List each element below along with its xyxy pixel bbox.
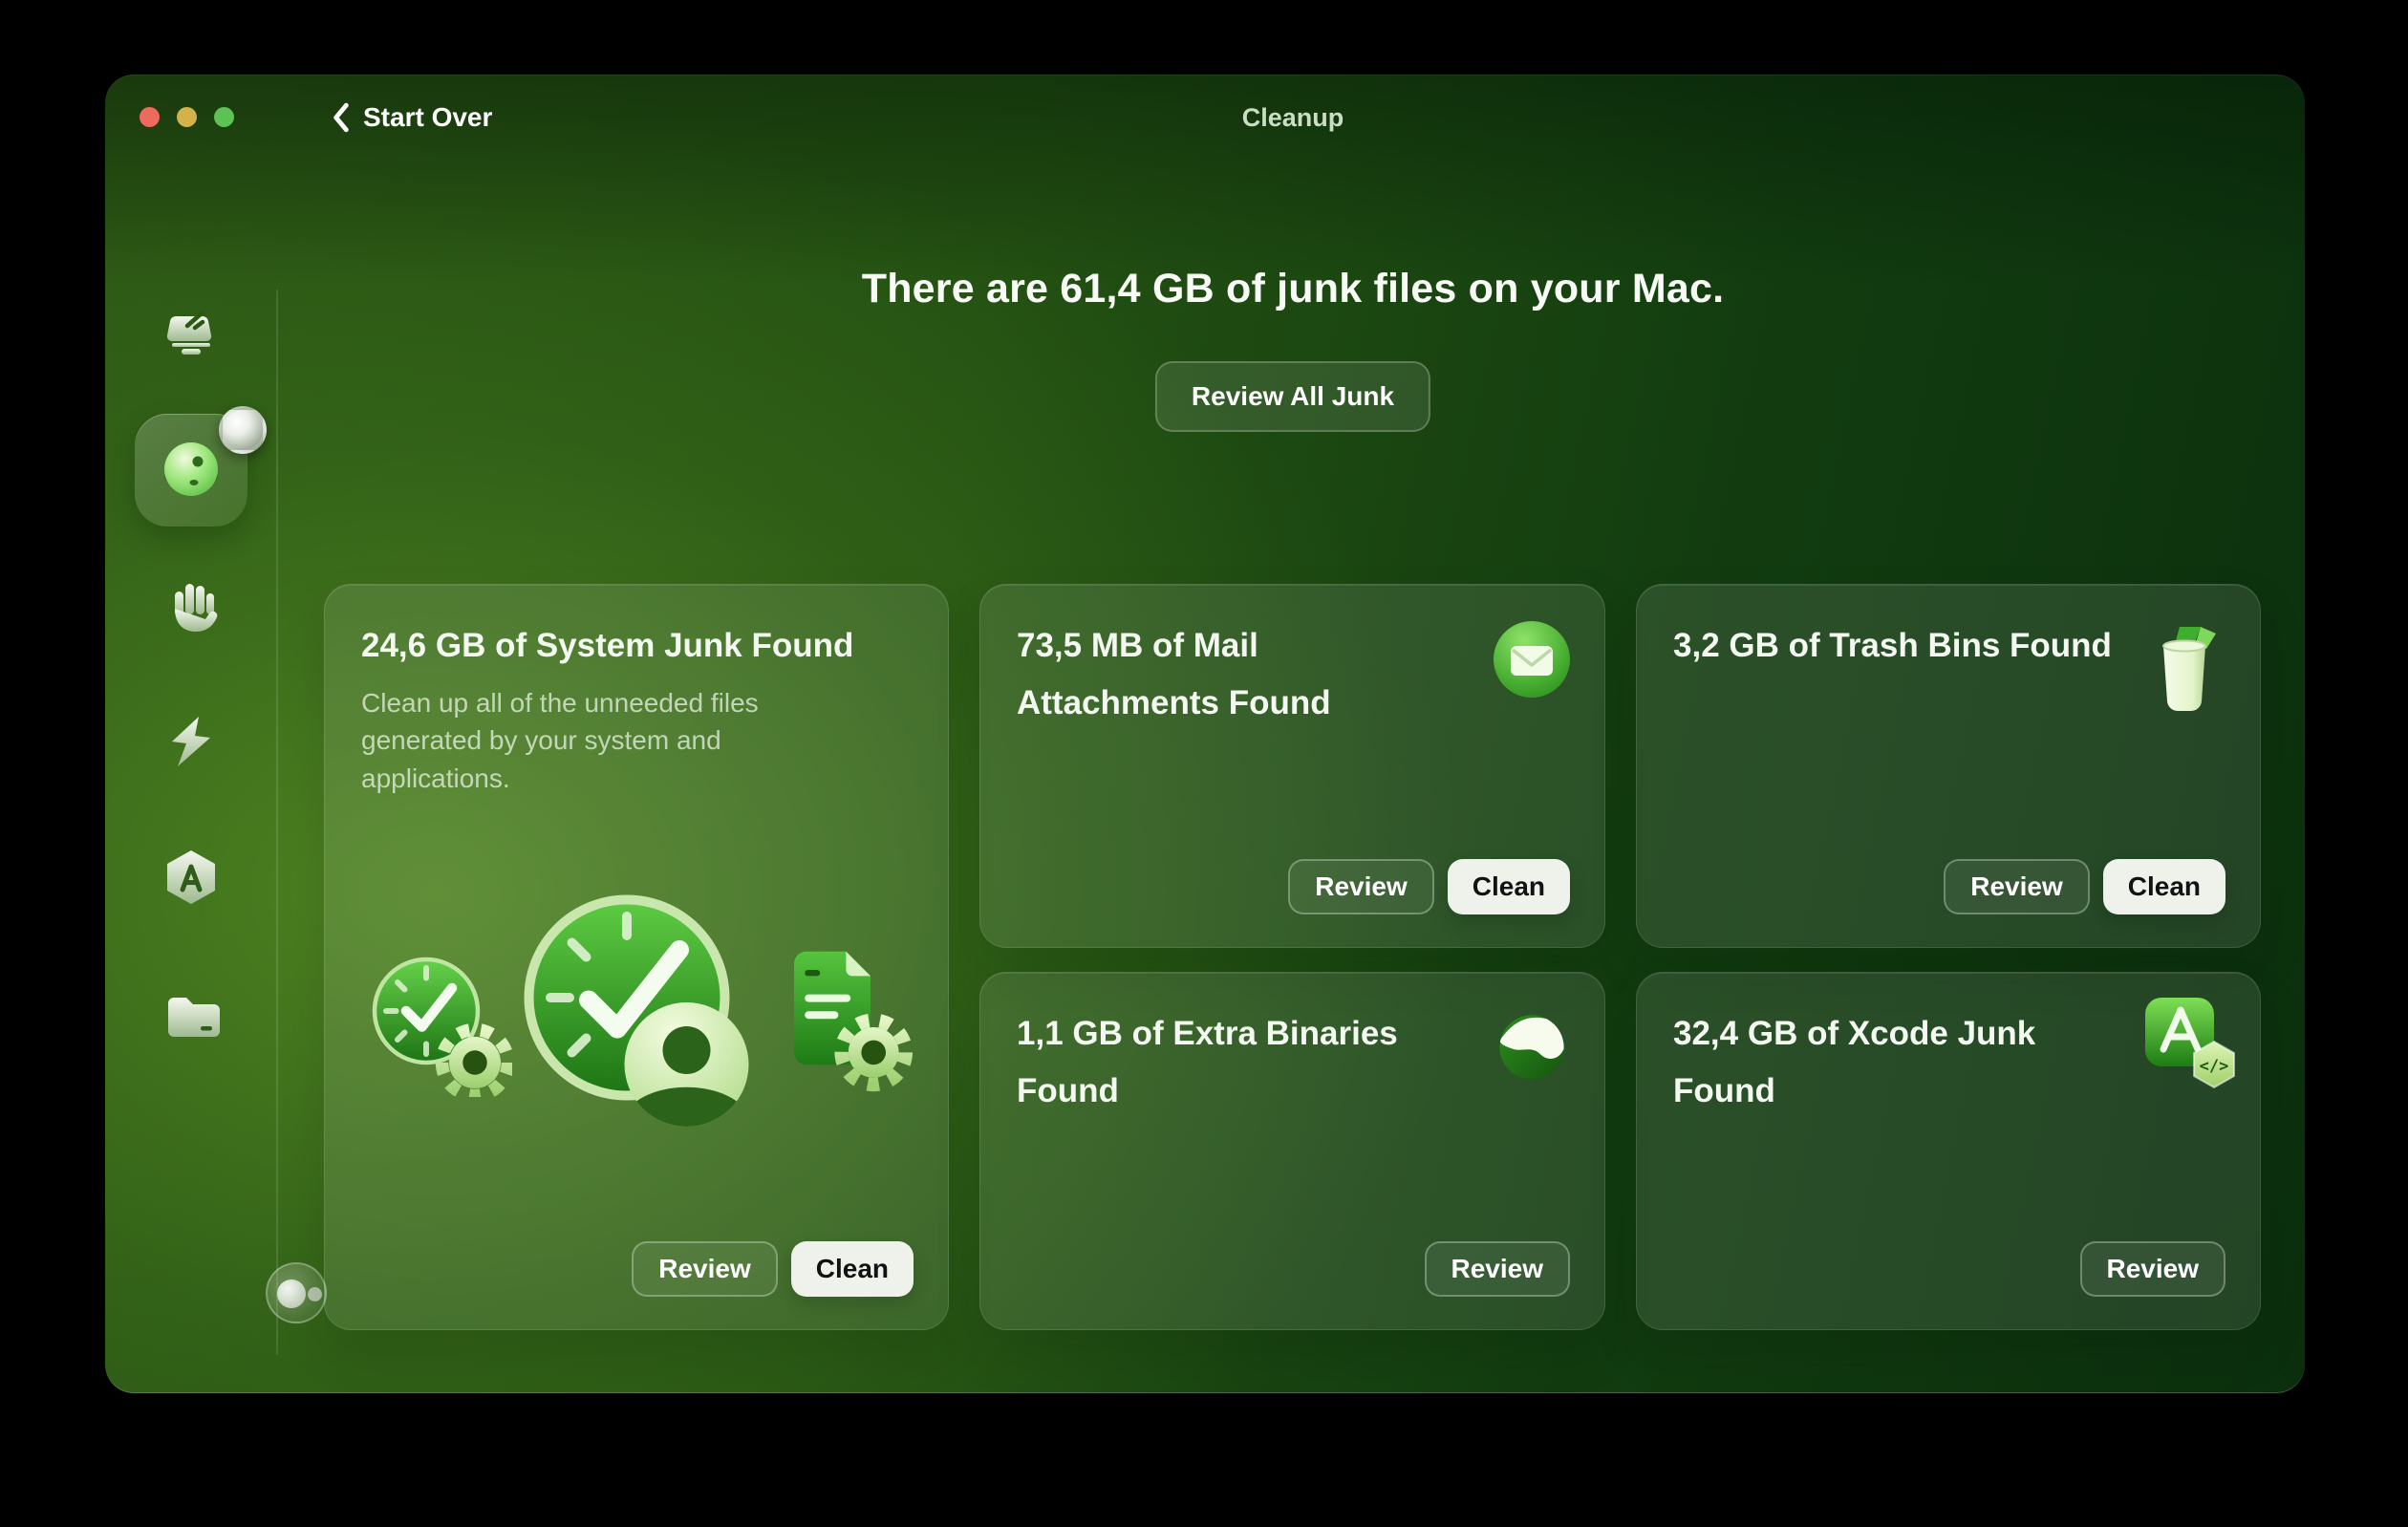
screen: Start Over Cleanup There are 61,4 GB of … bbox=[0, 0, 2408, 1527]
zoom-button[interactable] bbox=[214, 107, 234, 127]
bubbles-icon bbox=[277, 1280, 306, 1308]
window-title: Cleanup bbox=[1241, 103, 1344, 132]
card-mail-attachments: 73,5 MB of Mail Attachments Found Review… bbox=[979, 584, 1605, 948]
chevron-left-icon bbox=[333, 102, 349, 133]
trash-icon bbox=[2141, 619, 2227, 720]
review-button-mail[interactable]: Review bbox=[1288, 859, 1434, 914]
minimize-button[interactable] bbox=[177, 107, 197, 127]
scanner-icon bbox=[166, 310, 212, 355]
lightning-icon bbox=[172, 717, 210, 766]
back-label: Start Over bbox=[363, 102, 493, 132]
hexagon-a-icon bbox=[167, 850, 215, 904]
card-trash-bins: 3,2 GB of Trash Bins Found Review Clean bbox=[1636, 584, 2261, 948]
review-all-junk-button[interactable]: Review All Junk bbox=[1154, 361, 1431, 432]
sidebar-item-my-clutter[interactable] bbox=[161, 984, 222, 1045]
svg-text:</>: </> bbox=[2200, 1057, 2229, 1076]
clean-button-system-junk[interactable]: Clean bbox=[790, 1241, 914, 1297]
mail-icon bbox=[1492, 619, 1572, 704]
hand-icon bbox=[175, 584, 218, 632]
card-extra-binaries: 1,1 GB of Extra Binaries Found Review bbox=[979, 972, 1605, 1330]
card-description: Clean up all of the unneeded files gener… bbox=[361, 687, 759, 794]
review-button-xcode[interactable]: Review bbox=[2079, 1241, 2225, 1297]
clock-user-icon bbox=[517, 893, 756, 1136]
clean-button-trash[interactable]: Clean bbox=[2102, 859, 2225, 914]
sidebar-item-cleanup[interactable] bbox=[135, 406, 267, 527]
card-xcode-junk: 32,4 GB of Xcode Junk Found </> Review bbox=[1636, 972, 2261, 1330]
assistant-button[interactable] bbox=[266, 1262, 327, 1323]
review-button-binaries[interactable]: Review bbox=[1424, 1241, 1570, 1297]
document-gear-icon bbox=[763, 939, 916, 1097]
close-button[interactable] bbox=[140, 107, 160, 127]
sidebar-item-applications[interactable] bbox=[161, 847, 222, 908]
app-window: Start Over Cleanup There are 61,4 GB of … bbox=[105, 75, 2305, 1393]
cleanup-disc-icon bbox=[164, 442, 218, 496]
xcode-icon: </> bbox=[2139, 994, 2245, 1104]
sidebar-item-smart-scan[interactable] bbox=[161, 303, 222, 364]
card-title: 24,6 GB of System Junk Found bbox=[361, 627, 854, 664]
traffic-lights bbox=[140, 107, 234, 127]
notification-badge bbox=[219, 406, 267, 454]
clean-button-mail[interactable]: Clean bbox=[1447, 859, 1570, 914]
review-button-trash[interactable]: Review bbox=[1944, 859, 2090, 914]
folder-icon bbox=[168, 998, 220, 1037]
card-system-junk: 24,6 GB of System Junk Found Clean up al… bbox=[324, 584, 949, 1330]
bubble-small-icon bbox=[308, 1287, 322, 1301]
clock-gear-icon bbox=[369, 954, 515, 1103]
sidebar-item-protection[interactable] bbox=[161, 576, 222, 637]
binaries-icon bbox=[1492, 1007, 1572, 1092]
back-button[interactable]: Start Over bbox=[331, 97, 492, 138]
review-button-system-junk[interactable]: Review bbox=[632, 1241, 778, 1297]
headline: There are 61,4 GB of junk files on your … bbox=[861, 266, 1725, 312]
sidebar-item-performance[interactable] bbox=[161, 711, 222, 772]
sidebar-divider bbox=[276, 290, 278, 1355]
